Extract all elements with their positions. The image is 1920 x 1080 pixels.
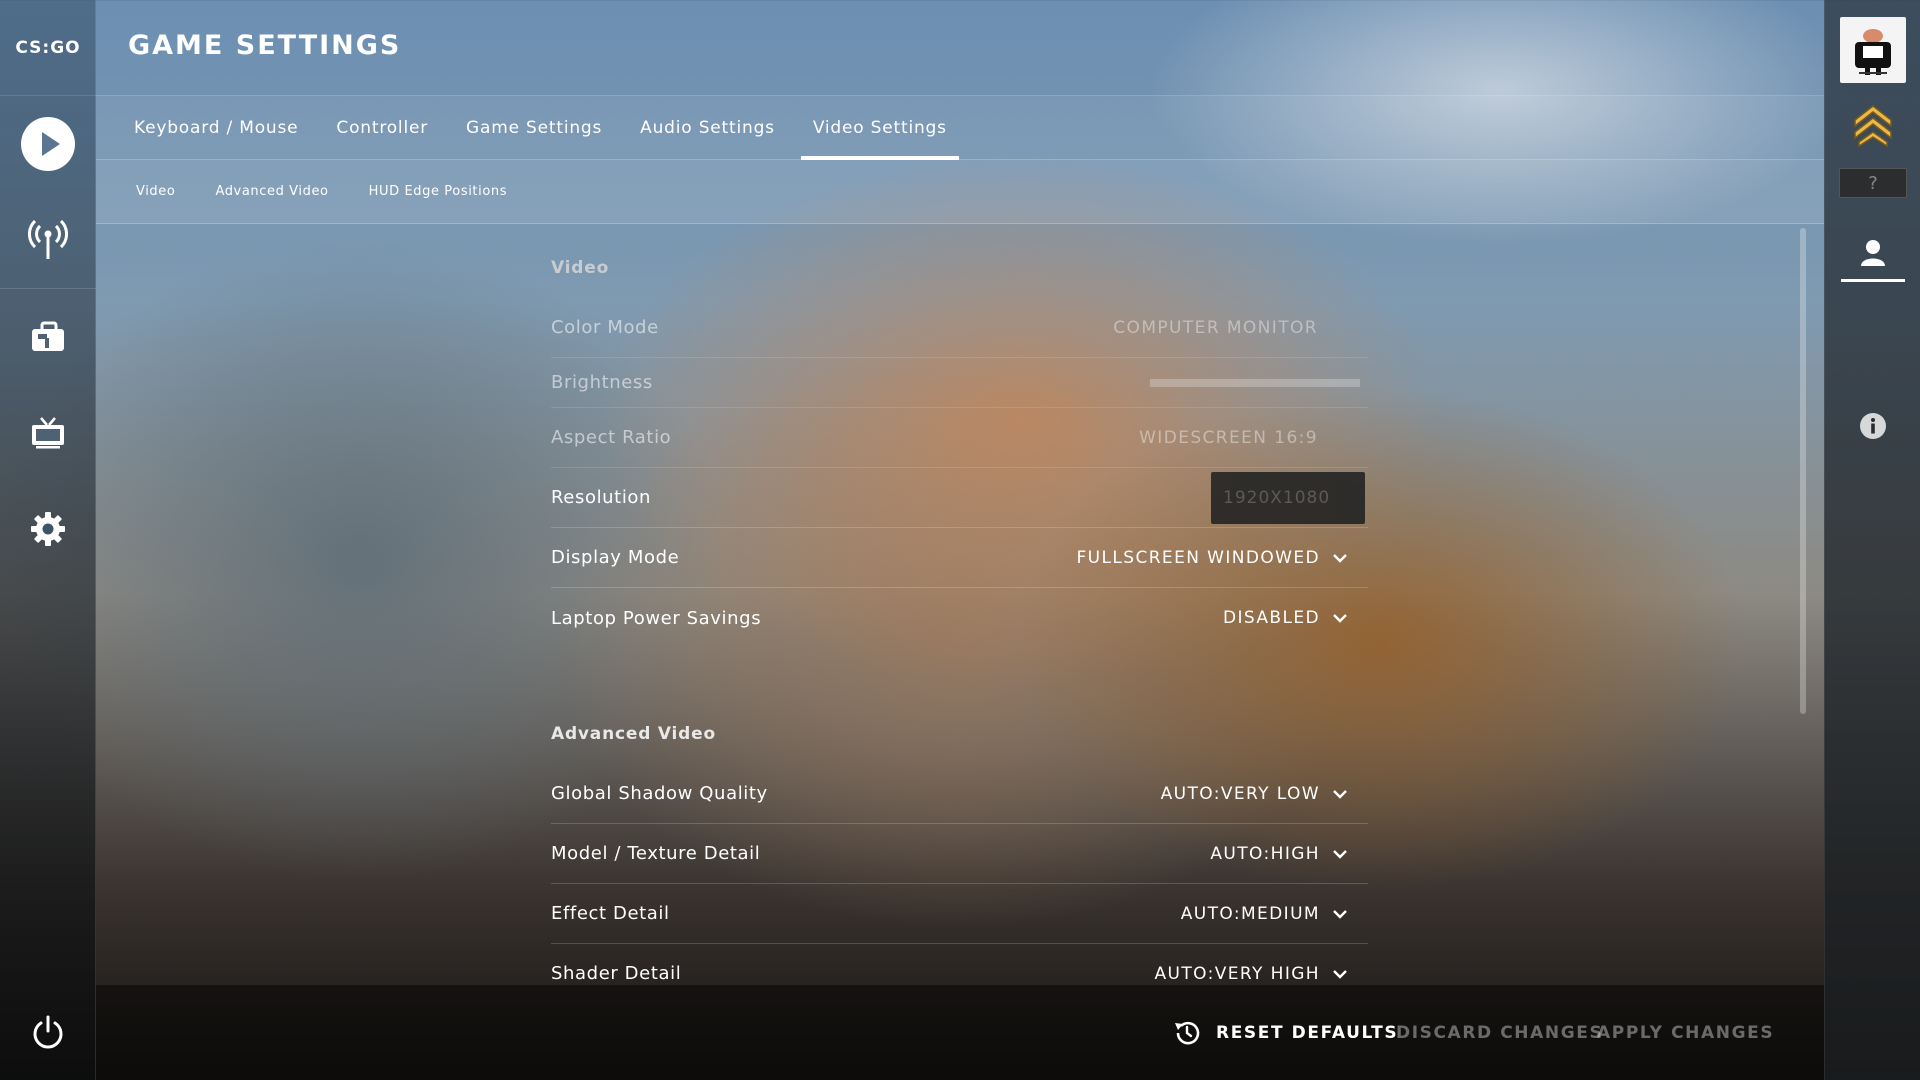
csgo-logo[interactable]: CS:GO (0, 0, 96, 96)
subtab-video[interactable]: Video (136, 184, 175, 199)
resolution-value: 1920X1080 (1223, 487, 1331, 508)
reset-defaults-button[interactable]: RESET DEFAULTS (1172, 985, 1398, 1080)
chevron-down-icon (1333, 969, 1347, 979)
rank-unknown-text: ? (1868, 172, 1878, 194)
chevron-down-icon (1333, 849, 1347, 859)
inventory-button[interactable] (0, 302, 96, 372)
reset-defaults-label: RESET DEFAULTS (1216, 1023, 1399, 1043)
settings-tabs: Keyboard / Mouse Controller Game Setting… (96, 96, 1824, 160)
play-button[interactable] (0, 109, 96, 179)
setting-display-mode[interactable]: Display Mode FULLSCREEN WINDOWED (551, 528, 1368, 588)
effect-dropdown[interactable]: AUTO:MEDIUM (1181, 904, 1368, 924)
discard-changes-button[interactable]: DISCARD CHANGES (1396, 985, 1603, 1080)
color-mode-label: Color Mode (551, 317, 659, 338)
discard-changes-label: DISCARD CHANGES (1396, 1023, 1604, 1043)
tv-icon (32, 417, 64, 449)
gear-icon (31, 512, 65, 546)
settings-content: Video Color Mode COMPUTER MONITOR Bright… (551, 224, 1368, 984)
settings-subtabs: Video Advanced Video HUD Edge Positions (96, 160, 1824, 224)
setting-brightness: Brightness (551, 358, 1368, 408)
apply-changes-button[interactable]: APPLY CHANGES (1597, 985, 1774, 1080)
content-scrollbar[interactable] (1800, 228, 1806, 714)
display-mode-label: Display Mode (551, 547, 680, 568)
chevron-down-icon (1333, 614, 1347, 623)
tab-audio-settings[interactable]: Audio Settings (628, 96, 787, 159)
color-mode-value: COMPUTER MONITOR (1113, 317, 1318, 338)
avatar-image-icon (1855, 29, 1891, 75)
power-button[interactable] (0, 997, 96, 1067)
briefcase-icon (32, 321, 64, 351)
tab-video-settings[interactable]: Video Settings (800, 96, 959, 160)
shadow-label: Global Shadow Quality (551, 783, 768, 804)
play-icon (21, 117, 75, 171)
resolution-label: Resolution (551, 487, 652, 508)
setting-effect-detail[interactable]: Effect Detail AUTO:MEDIUM (551, 884, 1368, 944)
competitive-rank-badge[interactable]: ? (1839, 168, 1907, 198)
shadow-value: AUTO:VERY LOW (1160, 783, 1320, 804)
setting-resolution: Resolution 1920X1080 (551, 468, 1368, 528)
aspect-ratio-value: WIDESCREEN 16:9 (1139, 427, 1318, 448)
chevron-down-icon (1333, 553, 1347, 563)
chevron-down-icon (1333, 909, 1347, 919)
shadow-dropdown[interactable]: AUTO:VERY LOW (1161, 784, 1368, 804)
setting-color-mode: Color Mode COMPUTER MONITOR (551, 298, 1368, 358)
laptop-power-dropdown[interactable]: DISABLED (1223, 608, 1368, 628)
model-texture-label: Model / Texture Detail (551, 843, 761, 864)
setting-laptop-power-savings[interactable]: Laptop Power Savings DISABLED (551, 588, 1368, 648)
user-icon (1861, 239, 1885, 266)
watch-button[interactable] (0, 204, 96, 274)
resolution-dropdown[interactable]: 1920X1080 (1211, 471, 1365, 524)
subtab-hud-edge-positions[interactable]: HUD Edge Positions (369, 184, 507, 199)
chevron-down-icon (1333, 789, 1347, 799)
laptop-power-value: DISABLED (1222, 608, 1320, 628)
effect-label: Effect Detail (551, 903, 670, 924)
footer-actions: RESET DEFAULTS DISCARD CHANGES APPLY CHA… (96, 984, 1824, 1080)
shader-label: Shader Detail (551, 963, 682, 984)
tab-controller[interactable]: Controller (324, 96, 440, 159)
shader-value: AUTO:VERY HIGH (1154, 963, 1320, 984)
right-social-rail: ? (1824, 0, 1920, 1080)
display-mode-value: FULLSCREEN WINDOWED (1076, 547, 1320, 568)
info-icon[interactable] (1859, 412, 1887, 440)
broadcast-icon (28, 219, 68, 259)
page-title: GAME SETTINGS (128, 30, 402, 61)
nav-divider (0, 288, 96, 289)
left-nav: CS:GO (0, 0, 96, 1080)
history-icon (1175, 1021, 1200, 1045)
display-mode-dropdown[interactable]: FULLSCREEN WINDOWED (1077, 548, 1369, 568)
shader-dropdown[interactable]: AUTO:VERY HIGH (1154, 964, 1368, 984)
section-title-advanced-video: Advanced Video (551, 724, 716, 744)
header: GAME SETTINGS (96, 0, 1824, 96)
brightness-slider (1150, 378, 1360, 387)
aspect-ratio-label: Aspect Ratio (551, 427, 672, 448)
tv-button[interactable] (0, 398, 96, 468)
subtab-advanced-video[interactable]: Advanced Video (215, 184, 328, 199)
tab-game-settings[interactable]: Game Settings (454, 96, 614, 159)
friends-tab[interactable] (1841, 224, 1905, 282)
model-texture-value: AUTO:HIGH (1210, 843, 1320, 864)
setting-global-shadow-quality[interactable]: Global Shadow Quality AUTO:VERY LOW (551, 764, 1368, 824)
avatar[interactable] (1840, 17, 1906, 83)
setting-model-texture-detail[interactable]: Model / Texture Detail AUTO:HIGH (551, 824, 1368, 884)
section-title-video: Video (551, 258, 610, 278)
setting-shader-detail[interactable]: Shader Detail AUTO:VERY HIGH (551, 944, 1368, 984)
effect-value: AUTO:MEDIUM (1180, 903, 1320, 924)
tab-keyboard-mouse[interactable]: Keyboard / Mouse (122, 96, 310, 159)
rank-chevron-icon[interactable] (1851, 102, 1895, 148)
power-icon (33, 1015, 63, 1049)
laptop-power-label: Laptop Power Savings (551, 607, 762, 629)
model-texture-dropdown[interactable]: AUTO:HIGH (1210, 844, 1368, 864)
setting-aspect-ratio: Aspect Ratio WIDESCREEN 16:9 (551, 408, 1368, 468)
logo-text: CS:GO (15, 37, 81, 58)
brightness-label: Brightness (551, 372, 653, 393)
apply-changes-label: APPLY CHANGES (1597, 1023, 1775, 1043)
settings-button[interactable] (0, 494, 96, 564)
